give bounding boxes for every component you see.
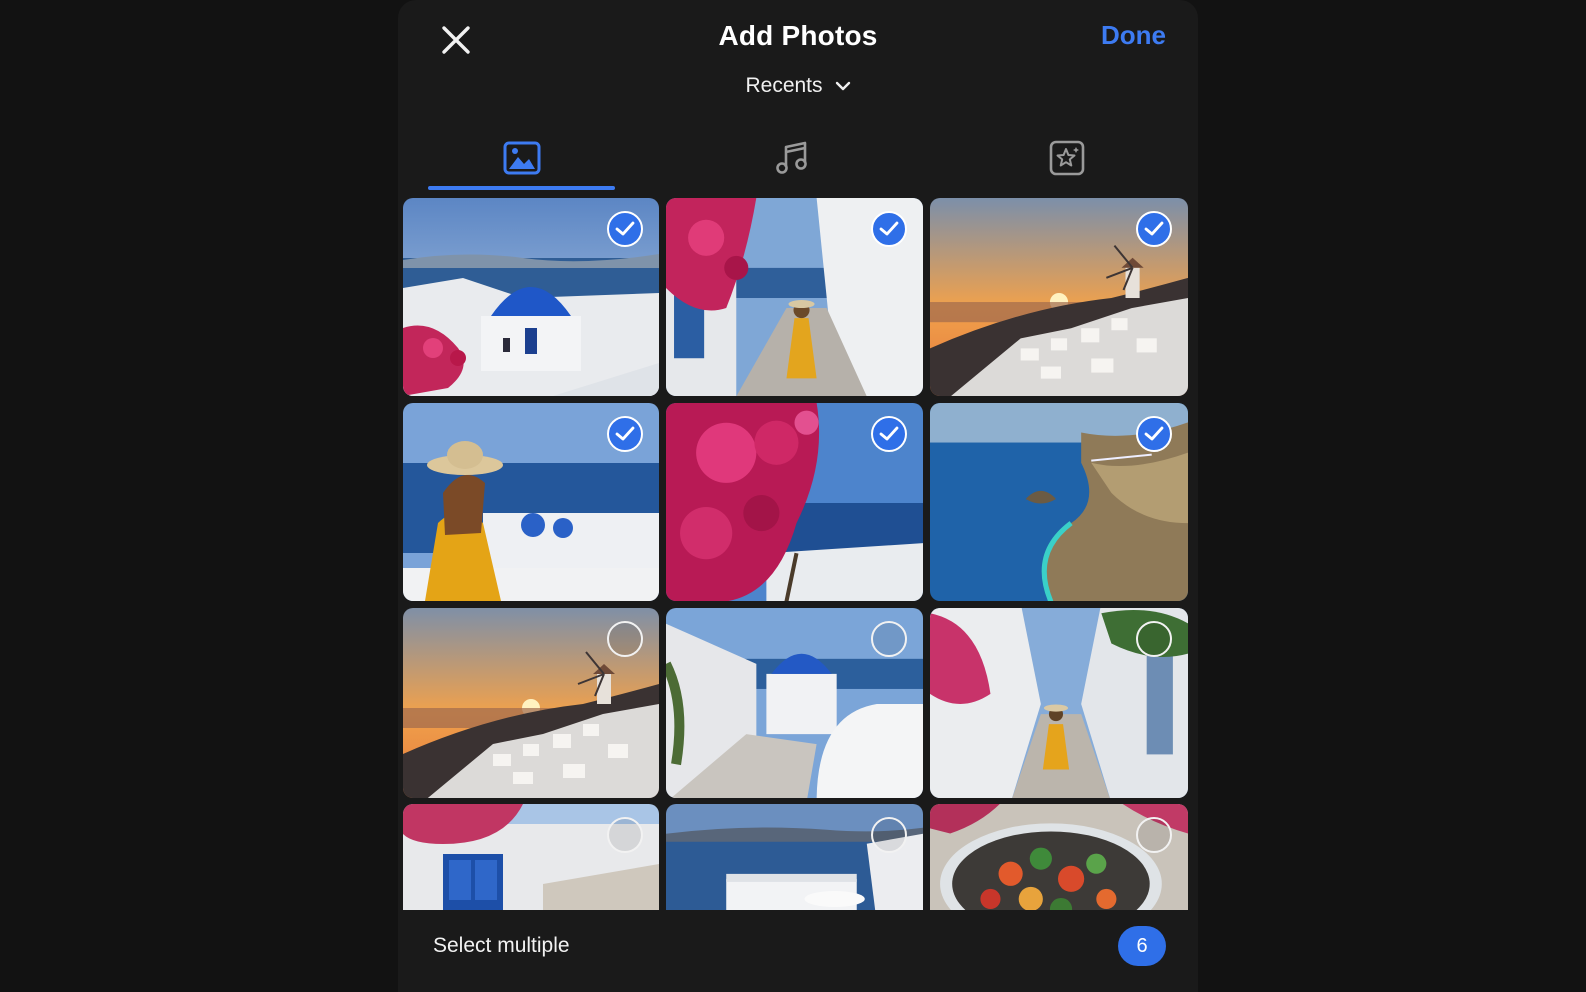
photo-thumbnail[interactable]: [666, 198, 923, 396]
add-photos-sheet: Add Photos Done Recents Select multiple …: [398, 0, 1198, 992]
photo-thumbnail[interactable]: [403, 198, 659, 396]
unselected-circle-icon[interactable]: [1136, 621, 1172, 657]
media-type-tabs: [398, 126, 1198, 190]
sparkle-frame-icon: [1049, 140, 1084, 176]
unselected-circle-icon[interactable]: [871, 817, 907, 853]
selected-check-icon[interactable]: [607, 211, 643, 247]
selected-check-icon[interactable]: [871, 211, 907, 247]
selected-check-icon[interactable]: [1136, 211, 1172, 247]
checkmark-icon: [1144, 221, 1164, 236]
photo-grid: [403, 198, 1189, 910]
tab-effects[interactable]: [973, 126, 1160, 190]
photo-thumbnail[interactable]: [930, 804, 1188, 910]
page-title: Add Photos: [718, 20, 878, 51]
album-selector-label: Recents: [745, 74, 823, 97]
photo-icon: [503, 141, 540, 175]
photo-thumbnail[interactable]: [666, 608, 923, 798]
photo-thumbnail[interactable]: [403, 804, 659, 910]
photo-thumbnail[interactable]: [930, 608, 1188, 798]
select-multiple-button[interactable]: Select multiple: [433, 934, 570, 958]
bottom-bar: Select multiple 6: [398, 910, 1198, 992]
checkmark-icon: [879, 426, 899, 441]
photo-thumbnail[interactable]: [930, 403, 1188, 601]
checkmark-icon: [1144, 426, 1164, 441]
photo-thumbnail[interactable]: [930, 198, 1188, 396]
active-tab-indicator: [428, 186, 615, 190]
selected-check-icon[interactable]: [1136, 416, 1172, 452]
checkmark-icon: [615, 426, 635, 441]
tab-photos[interactable]: [428, 126, 615, 190]
album-selector[interactable]: Recents: [398, 74, 1198, 98]
photo-thumbnail[interactable]: [403, 403, 659, 601]
unselected-circle-icon[interactable]: [871, 621, 907, 657]
selected-check-icon[interactable]: [871, 416, 907, 452]
selected-check-icon[interactable]: [607, 416, 643, 452]
tab-music[interactable]: [698, 126, 885, 190]
checkmark-icon: [615, 221, 635, 236]
done-button[interactable]: Done: [1101, 20, 1166, 51]
photo-thumbnail[interactable]: [666, 403, 923, 601]
checkmark-icon: [879, 221, 899, 236]
unselected-circle-icon[interactable]: [607, 817, 643, 853]
unselected-circle-icon[interactable]: [1136, 817, 1172, 853]
music-note-icon: [775, 141, 807, 174]
photo-thumbnail[interactable]: [666, 804, 923, 910]
chevron-down-icon: [835, 81, 850, 91]
selected-count-badge[interactable]: 6: [1118, 926, 1166, 966]
photo-thumbnail[interactable]: [403, 608, 659, 798]
unselected-circle-icon[interactable]: [607, 621, 643, 657]
